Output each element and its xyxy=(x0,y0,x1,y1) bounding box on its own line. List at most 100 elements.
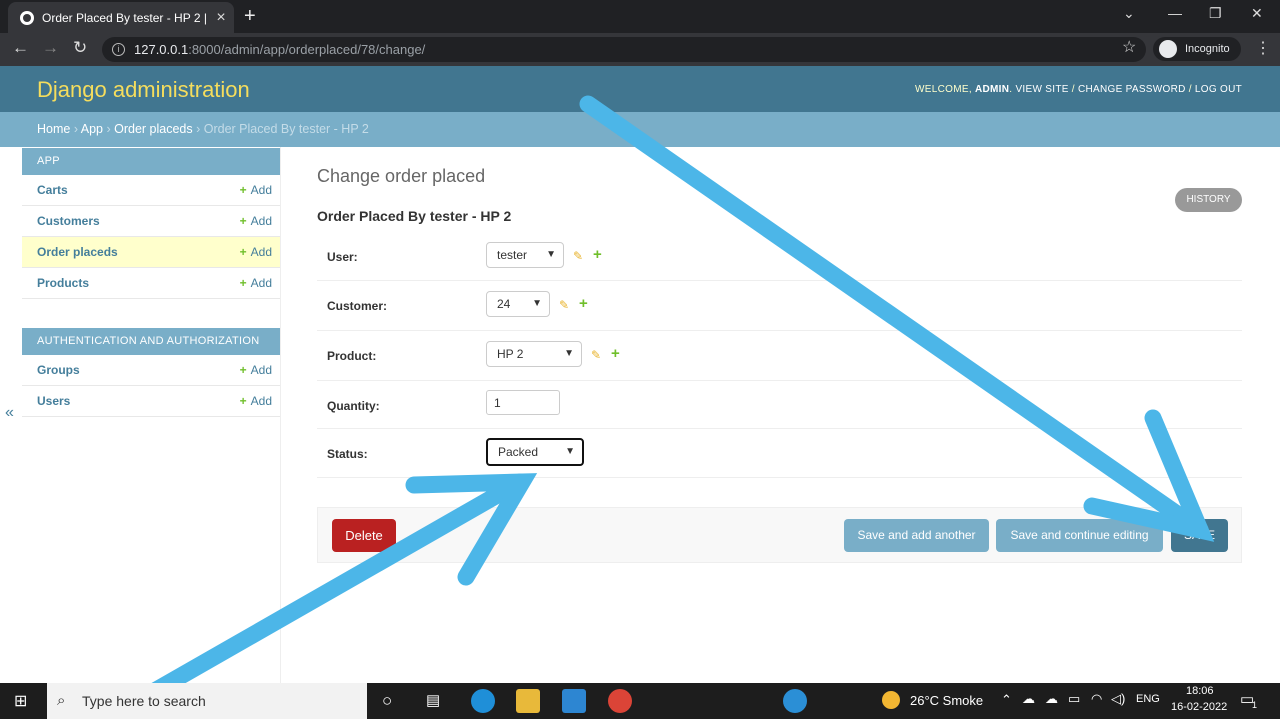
clock-date[interactable]: 16-02-2022 xyxy=(1171,701,1227,713)
chrome-icon[interactable] xyxy=(608,689,632,713)
add-related-icon[interactable]: + xyxy=(611,345,620,362)
vscode-icon[interactable] xyxy=(562,689,586,713)
log-out-link[interactable]: LOG OUT xyxy=(1195,84,1242,95)
sidebar-item-label[interactable]: Users xyxy=(37,386,70,417)
cloud-icon[interactable]: ☁ xyxy=(1045,691,1058,707)
app-module-caption[interactable]: APP xyxy=(22,148,280,175)
browser-tab[interactable]: Order Placed By tester - HP 2 | Di × xyxy=(8,2,234,33)
breadcrumb-home[interactable]: Home xyxy=(37,122,70,136)
quantity-input[interactable]: 1 xyxy=(486,390,560,415)
close-window-icon[interactable]: ✕ xyxy=(1251,5,1263,21)
sidebar-item-label[interactable]: Groups xyxy=(37,355,80,386)
add-link[interactable]: + Add xyxy=(240,206,272,237)
breadcrumb-model[interactable]: Order placeds xyxy=(114,122,193,136)
bookmark-star-icon[interactable]: ☆ xyxy=(1122,37,1136,57)
customer-select[interactable]: 24 ▼ xyxy=(486,291,550,317)
menu-icon[interactable]: ⋮ xyxy=(1255,38,1271,58)
sidebar-item-order-placeds[interactable]: Order placeds + Add xyxy=(22,237,280,268)
wifi-icon[interactable]: ◠ xyxy=(1091,691,1102,707)
sidebar-item-label[interactable]: Order placeds xyxy=(37,237,118,268)
add-label: Add xyxy=(250,363,272,377)
save-and-add-another-button[interactable]: Save and add another xyxy=(844,519,989,552)
clock-time[interactable]: 18:06 xyxy=(1186,685,1214,697)
add-link[interactable]: + Add xyxy=(240,175,272,206)
widgets-icon[interactable]: ▤ xyxy=(426,691,440,709)
plus-icon: + xyxy=(239,363,247,377)
edit-pencil-icon[interactable]: ✎ xyxy=(573,249,583,263)
plus-icon: + xyxy=(239,183,247,197)
breadcrumb-app[interactable]: App xyxy=(81,122,103,136)
help-icon[interactable] xyxy=(783,689,807,713)
file-explorer-icon[interactable] xyxy=(516,689,540,713)
sidebar-item-products[interactable]: Products + Add xyxy=(22,268,280,299)
add-related-icon[interactable]: + xyxy=(579,295,588,312)
search-placeholder: Type here to search xyxy=(82,693,206,709)
sidebar-item-label[interactable]: Customers xyxy=(37,206,100,237)
edge-icon[interactable] xyxy=(471,689,495,713)
info-icon[interactable]: i xyxy=(112,43,125,56)
collapse-sidebar-icon[interactable]: « xyxy=(5,404,14,422)
volume-icon[interactable]: ◁) xyxy=(1111,691,1125,707)
minimize-icon[interactable]: — xyxy=(1168,5,1182,21)
restore-icon[interactable]: ❐ xyxy=(1209,5,1222,21)
weather-text[interactable]: 26°C Smoke xyxy=(910,693,983,708)
site-brand[interactable]: Django administration xyxy=(37,77,250,103)
reload-icon[interactable]: ↻ xyxy=(73,38,87,58)
forward-icon[interactable]: → xyxy=(42,38,59,58)
weather-icon[interactable] xyxy=(882,691,900,709)
auth-module-caption[interactable]: AUTHENTICATION AND AUTHORIZATION xyxy=(22,328,280,355)
submit-row: Delete Save and add another Save and con… xyxy=(317,507,1242,563)
incognito-badge[interactable]: Incognito xyxy=(1153,37,1241,61)
notification-count: 1 xyxy=(1252,700,1258,710)
add-link[interactable]: + Add xyxy=(240,268,272,299)
chevron-down-icon: ▼ xyxy=(565,446,575,457)
battery-icon[interactable]: ▭ xyxy=(1068,691,1080,707)
browser-toolbar: ← → ↻ i 127.0.0.1:8000/admin/app/orderpl… xyxy=(0,33,1280,66)
sidebar-item-users[interactable]: Users + Add xyxy=(22,386,280,417)
add-label: Add xyxy=(250,183,272,197)
task-view-icon[interactable]: ○ xyxy=(382,691,392,711)
new-tab-icon[interactable]: + xyxy=(244,5,256,27)
change-password-link[interactable]: CHANGE PASSWORD xyxy=(1078,84,1186,95)
add-link[interactable]: + Add xyxy=(240,237,272,268)
chevron-down-icon[interactable]: ⌄ xyxy=(1123,5,1135,21)
sidebar-item-groups[interactable]: Groups + Add xyxy=(22,355,280,386)
sidebar-item-customers[interactable]: Customers + Add xyxy=(22,206,280,237)
globe-icon xyxy=(20,10,34,25)
tray-chevron-icon[interactable]: ⌃ xyxy=(1001,692,1012,708)
back-icon[interactable]: ← xyxy=(12,38,29,58)
delete-button[interactable]: Delete xyxy=(332,519,396,552)
object-title: Order Placed By tester - HP 2 xyxy=(317,208,512,224)
save-button[interactable]: SAVE xyxy=(1171,519,1228,552)
sidebar-item-label[interactable]: Products xyxy=(37,268,89,299)
view-site-link[interactable]: VIEW SITE xyxy=(1015,84,1068,95)
sidebar-item-label[interactable]: Carts xyxy=(37,175,68,206)
incognito-label: Incognito xyxy=(1185,43,1230,55)
address-bar[interactable]: i 127.0.0.1:8000/admin/app/orderplaced/7… xyxy=(102,37,1146,62)
product-select[interactable]: HP 2 ▼ xyxy=(486,341,582,367)
field-row-user: User: tester ▼ ✎ + xyxy=(317,232,1242,281)
taskbar-search[interactable]: ⌕ Type here to search xyxy=(47,683,367,719)
save-and-continue-button[interactable]: Save and continue editing xyxy=(996,519,1163,552)
page-title: Change order placed xyxy=(317,166,486,186)
field-label-product: Product: xyxy=(327,349,377,363)
edit-pencil-icon[interactable]: ✎ xyxy=(559,298,569,312)
add-link[interactable]: + Add xyxy=(240,386,272,417)
windows-start-icon[interactable]: ⊞ xyxy=(14,691,27,711)
user-select[interactable]: tester ▼ xyxy=(486,242,564,268)
onedrive-icon[interactable]: ☁ xyxy=(1022,691,1035,707)
plus-icon: + xyxy=(239,214,247,228)
status-select[interactable]: Packed ▼ xyxy=(486,438,584,466)
add-related-icon[interactable]: + xyxy=(593,246,602,263)
history-button[interactable]: HISTORY xyxy=(1175,188,1242,212)
add-link[interactable]: + Add xyxy=(240,355,272,386)
product-select-value: HP 2 xyxy=(497,347,524,361)
os-taskbar: ⊞ ⌕ Type here to search ○ ▤ 26°C Smoke ⌃… xyxy=(0,683,1280,719)
plus-icon: + xyxy=(239,394,247,408)
sidebar-item-carts[interactable]: Carts + Add xyxy=(22,175,280,206)
welcome-text: WELCOME, xyxy=(915,84,972,95)
close-tab-icon[interactable]: × xyxy=(208,9,234,27)
edit-pencil-icon[interactable]: ✎ xyxy=(591,348,601,362)
language-indicator[interactable]: ENG xyxy=(1136,693,1160,705)
breadcrumb-current: Order Placed By tester - HP 2 xyxy=(203,122,369,136)
